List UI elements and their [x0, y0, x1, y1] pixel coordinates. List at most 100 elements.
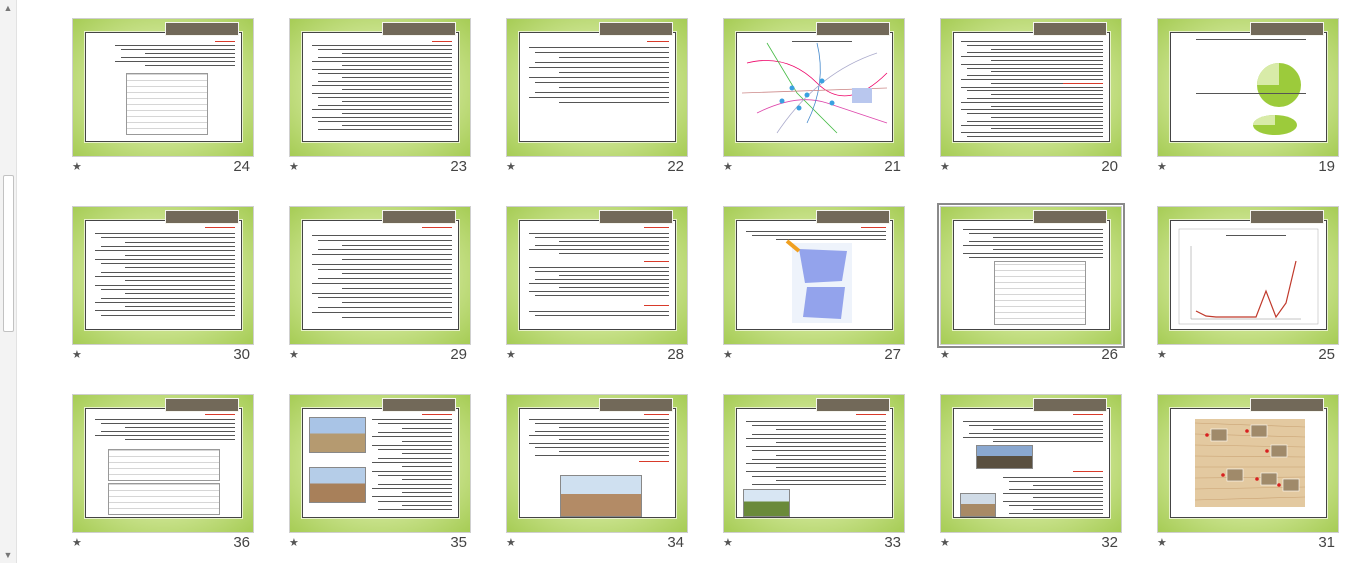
scroll-down-arrow-icon[interactable]: ▼: [0, 547, 16, 563]
text-line: [991, 60, 1103, 61]
slide-thumbnail[interactable]: ★ 22: [506, 18, 688, 178]
heading-line: [644, 305, 669, 306]
text-line: [559, 427, 669, 428]
text-line: [318, 105, 452, 106]
text-line: [318, 278, 452, 280]
animation-star-icon[interactable]: ★: [506, 536, 516, 549]
animation-star-icon[interactable]: ★: [723, 160, 733, 173]
text-line: [961, 63, 1103, 65]
slide-thumbnail[interactable]: ★ 24: [72, 18, 254, 178]
animation-star-icon[interactable]: ★: [723, 348, 733, 361]
text-line: [746, 463, 886, 464]
slide-thumbnail[interactable]: ★ 25: [1157, 206, 1339, 366]
text-line: [1003, 493, 1103, 494]
map-road: [806, 42, 821, 124]
text-line: [101, 263, 235, 265]
vertical-scrollbar[interactable]: ▲ ▼: [0, 0, 17, 563]
slide-thumbnail[interactable]: ★ 26: [937, 203, 1125, 366]
slide-thumbnail[interactable]: ★ 27: [723, 206, 905, 366]
slide-preview[interactable]: [506, 394, 688, 533]
slide-thumbnail[interactable]: ★ 23: [289, 18, 471, 178]
slide-thumbnail[interactable]: ★ 30: [72, 206, 254, 366]
text-line: [312, 311, 452, 313]
slide-preview[interactable]: [1157, 18, 1339, 157]
slide-number: 32: [1101, 534, 1118, 551]
animation-star-icon[interactable]: ★: [723, 536, 733, 549]
text-line: [535, 447, 669, 448]
chart-border: [1178, 228, 1319, 325]
slide-thumbnail[interactable]: ★ 21: [723, 18, 905, 178]
slide-preview[interactable]: [1157, 394, 1339, 533]
monument-thumb: [1250, 424, 1268, 438]
text-line: [961, 86, 1103, 88]
slide-preview[interactable]: [289, 394, 471, 533]
slide-thumbnail[interactable]: ★ 36: [72, 394, 254, 554]
text-line: [318, 297, 452, 299]
animation-star-icon[interactable]: ★: [940, 536, 950, 549]
text-line: [535, 423, 669, 424]
pie-charts: [1253, 63, 1301, 135]
scroll-up-arrow-icon[interactable]: ▲: [0, 0, 16, 16]
text-line: [95, 233, 235, 234]
slide-preview[interactable]: [72, 394, 254, 533]
slide-content-area: [85, 220, 242, 330]
animation-star-icon[interactable]: ★: [289, 160, 299, 173]
slide-preview[interactable]: [506, 206, 688, 345]
animation-star-icon[interactable]: ★: [506, 348, 516, 361]
text-line: [967, 75, 1103, 77]
slide-title-tab: [1033, 398, 1107, 412]
heading-line: [432, 41, 452, 42]
animation-star-icon[interactable]: ★: [940, 160, 950, 173]
text-line: [101, 314, 235, 316]
slide-number: 30: [233, 346, 250, 363]
text-line: [529, 67, 669, 68]
slide-preview[interactable]: [1157, 206, 1339, 345]
slide-thumbnail[interactable]: ★ 29: [289, 206, 471, 366]
slide-thumbnail[interactable]: ★ 20: [940, 18, 1122, 178]
slide-number: 34: [667, 534, 684, 551]
animation-star-icon[interactable]: ★: [1157, 348, 1167, 361]
slide-table: [108, 449, 220, 481]
text-line: [342, 113, 452, 114]
slide-thumbnail[interactable]: ★ 19: [1157, 18, 1339, 178]
slide-thumbnail[interactable]: ★ 32: [940, 394, 1122, 554]
slide-preview[interactable]: [289, 206, 471, 345]
animation-star-icon[interactable]: ★: [289, 348, 299, 361]
slide-number: 24: [233, 158, 250, 175]
animation-star-icon[interactable]: ★: [1157, 160, 1167, 173]
animation-star-icon[interactable]: ★: [72, 348, 82, 361]
slide-preview[interactable]: [723, 18, 905, 157]
text-line: [776, 479, 886, 481]
slide-preview[interactable]: [72, 206, 254, 345]
slide-preview[interactable]: [940, 394, 1122, 533]
text-line: [961, 101, 1103, 103]
slide-thumbnail[interactable]: ★ 35: [289, 394, 471, 554]
text-line: [378, 509, 452, 511]
animation-star-icon[interactable]: ★: [289, 536, 299, 549]
animation-star-icon[interactable]: ★: [72, 536, 82, 549]
animation-star-icon[interactable]: ★: [1157, 536, 1167, 549]
slide-preview[interactable]: [723, 394, 905, 533]
slide-thumbnail[interactable]: ★ 33: [723, 394, 905, 554]
slide-preview[interactable]: [506, 18, 688, 157]
text-line: [372, 436, 452, 438]
text-line: [95, 435, 235, 436]
slide-preview[interactable]: [72, 18, 254, 157]
slide-preview[interactable]: [937, 203, 1125, 348]
animation-star-icon[interactable]: ★: [940, 348, 950, 361]
animation-star-icon[interactable]: ★: [72, 160, 82, 173]
text-line: [961, 79, 1103, 80]
slide-thumbnail[interactable]: ★ 34: [506, 394, 688, 554]
text-line: [535, 431, 669, 432]
scrollbar-thumb[interactable]: [3, 175, 14, 332]
slide-preview[interactable]: [940, 18, 1122, 157]
animation-star-icon[interactable]: ★: [506, 160, 516, 173]
slide-preview[interactable]: [723, 206, 905, 345]
slide-preview[interactable]: [289, 18, 471, 157]
slide-number: 22: [667, 158, 684, 175]
slide-thumbnail[interactable]: ★ 28: [506, 206, 688, 366]
slide-content-area: [953, 32, 1110, 142]
text-line: [963, 437, 1103, 438]
map-graphic: [741, 42, 888, 134]
slide-thumbnail[interactable]: ★ 31: [1157, 394, 1339, 554]
